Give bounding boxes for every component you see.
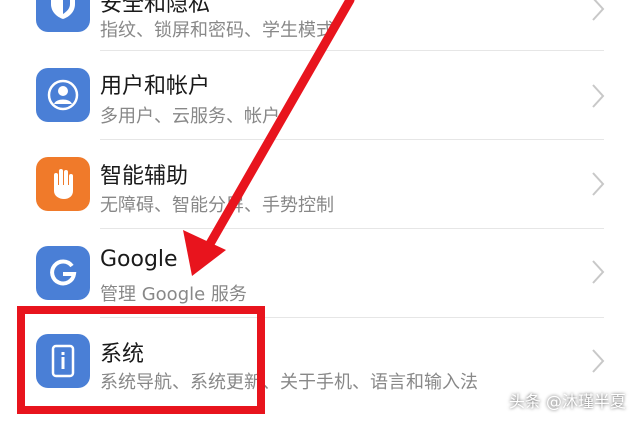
settings-item-title: 系统 — [100, 342, 145, 367]
google-icon — [36, 246, 90, 300]
settings-item-subtitle: 多用户、云服务、帐户 — [100, 106, 280, 127]
settings-item-title: 智能辅助 — [100, 164, 189, 189]
chevron-right-icon — [592, 84, 605, 108]
settings-item-subtitle: 系统导航、系统更新、关于手机、语言和输入法 — [100, 372, 478, 393]
settings-item-title: Google — [100, 247, 178, 272]
phone-info-icon — [36, 334, 90, 388]
shield-icon — [36, 0, 90, 32]
settings-item-subtitle: 指纹、锁屏和密码、学生模式 — [100, 20, 334, 41]
settings-item-smart-assist[interactable]: 智能辅助 无障碍、智能分屏、手势控制 — [0, 140, 640, 228]
watermark: 头条 @沐瑾半夏 — [508, 392, 626, 411]
settings-list: 安全和隐私 指纹、锁屏和密码、学生模式 用户和帐户 多用户、云服务、帐户 智能辅… — [0, 0, 640, 426]
settings-item-title: 用户和帐户 — [100, 74, 211, 99]
hand-icon — [36, 157, 90, 211]
settings-item-users[interactable]: 用户和帐户 多用户、云服务、帐户 — [0, 51, 640, 138]
settings-item-security[interactable]: 安全和隐私 指纹、锁屏和密码、学生模式 — [0, 0, 640, 52]
chevron-right-icon — [592, 260, 605, 284]
chevron-right-icon — [592, 172, 605, 196]
user-icon — [36, 68, 90, 122]
chevron-right-icon — [592, 0, 605, 21]
chevron-right-icon — [592, 349, 605, 373]
settings-item-google[interactable]: Google 管理 Google 服务 — [0, 229, 640, 317]
settings-item-subtitle: 无障碍、智能分屏、手势控制 — [100, 195, 334, 216]
settings-item-subtitle: 管理 Google 服务 — [100, 284, 247, 305]
